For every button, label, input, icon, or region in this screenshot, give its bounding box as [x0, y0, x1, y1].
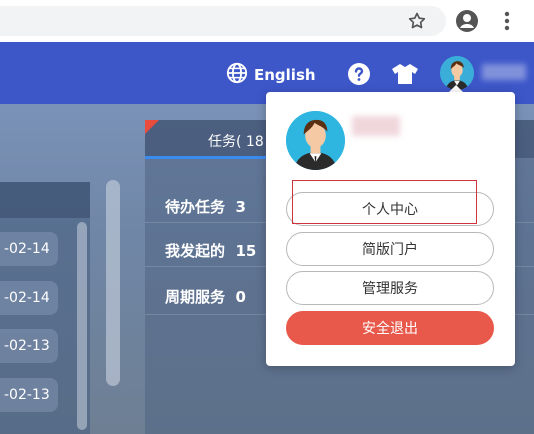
task-row-periodic[interactable]: 周期服务 0 [165, 286, 246, 307]
simple-portal-button[interactable]: 简版门户 [286, 232, 494, 266]
task-row-count: 15 [235, 242, 257, 260]
admin-services-button[interactable]: 管理服务 [286, 271, 494, 305]
logout-button[interactable]: 安全退出 [286, 311, 494, 345]
dropdown-username-blurred [352, 116, 400, 136]
task-row-label: 待办任务 [165, 198, 226, 216]
globe-icon [226, 62, 248, 88]
personal-center-button[interactable]: 个人中心 [286, 192, 494, 226]
task-row-count: 3 [235, 198, 246, 216]
shirt-icon[interactable] [391, 60, 419, 88]
task-row-label: 周期服务 [165, 288, 226, 306]
more-vertical-icon[interactable] [494, 8, 520, 34]
task-row-count: 0 [235, 288, 246, 306]
task-row-initiated[interactable]: 我发起的 15 [165, 240, 256, 261]
address-bar[interactable] [0, 6, 446, 36]
task-row-label: 我发起的 [165, 242, 226, 260]
browser-toolbar [0, 0, 534, 42]
language-switcher[interactable]: English [226, 62, 316, 88]
content-scrollbar[interactable] [106, 180, 120, 386]
tab-tasks[interactable]: 任务( 18 [208, 131, 264, 151]
task-row-todo[interactable]: 待办任务 3 [165, 196, 246, 217]
active-tab-indicator [145, 156, 275, 159]
star-icon[interactable] [404, 8, 430, 34]
left-list-header [0, 182, 90, 218]
language-label: English [254, 66, 316, 84]
left-list-scrollbar[interactable] [77, 222, 87, 430]
list-item[interactable]: -02-14 [0, 232, 58, 266]
list-item[interactable]: -02-13 [0, 329, 58, 363]
username-blurred [482, 64, 526, 80]
list-item[interactable]: -02-14 [0, 281, 58, 315]
dropdown-avatar [286, 111, 345, 170]
list-item[interactable]: -02-13 [0, 378, 58, 412]
help-icon[interactable] [345, 60, 373, 88]
corner-marker [145, 120, 159, 134]
account-icon[interactable] [454, 8, 480, 34]
